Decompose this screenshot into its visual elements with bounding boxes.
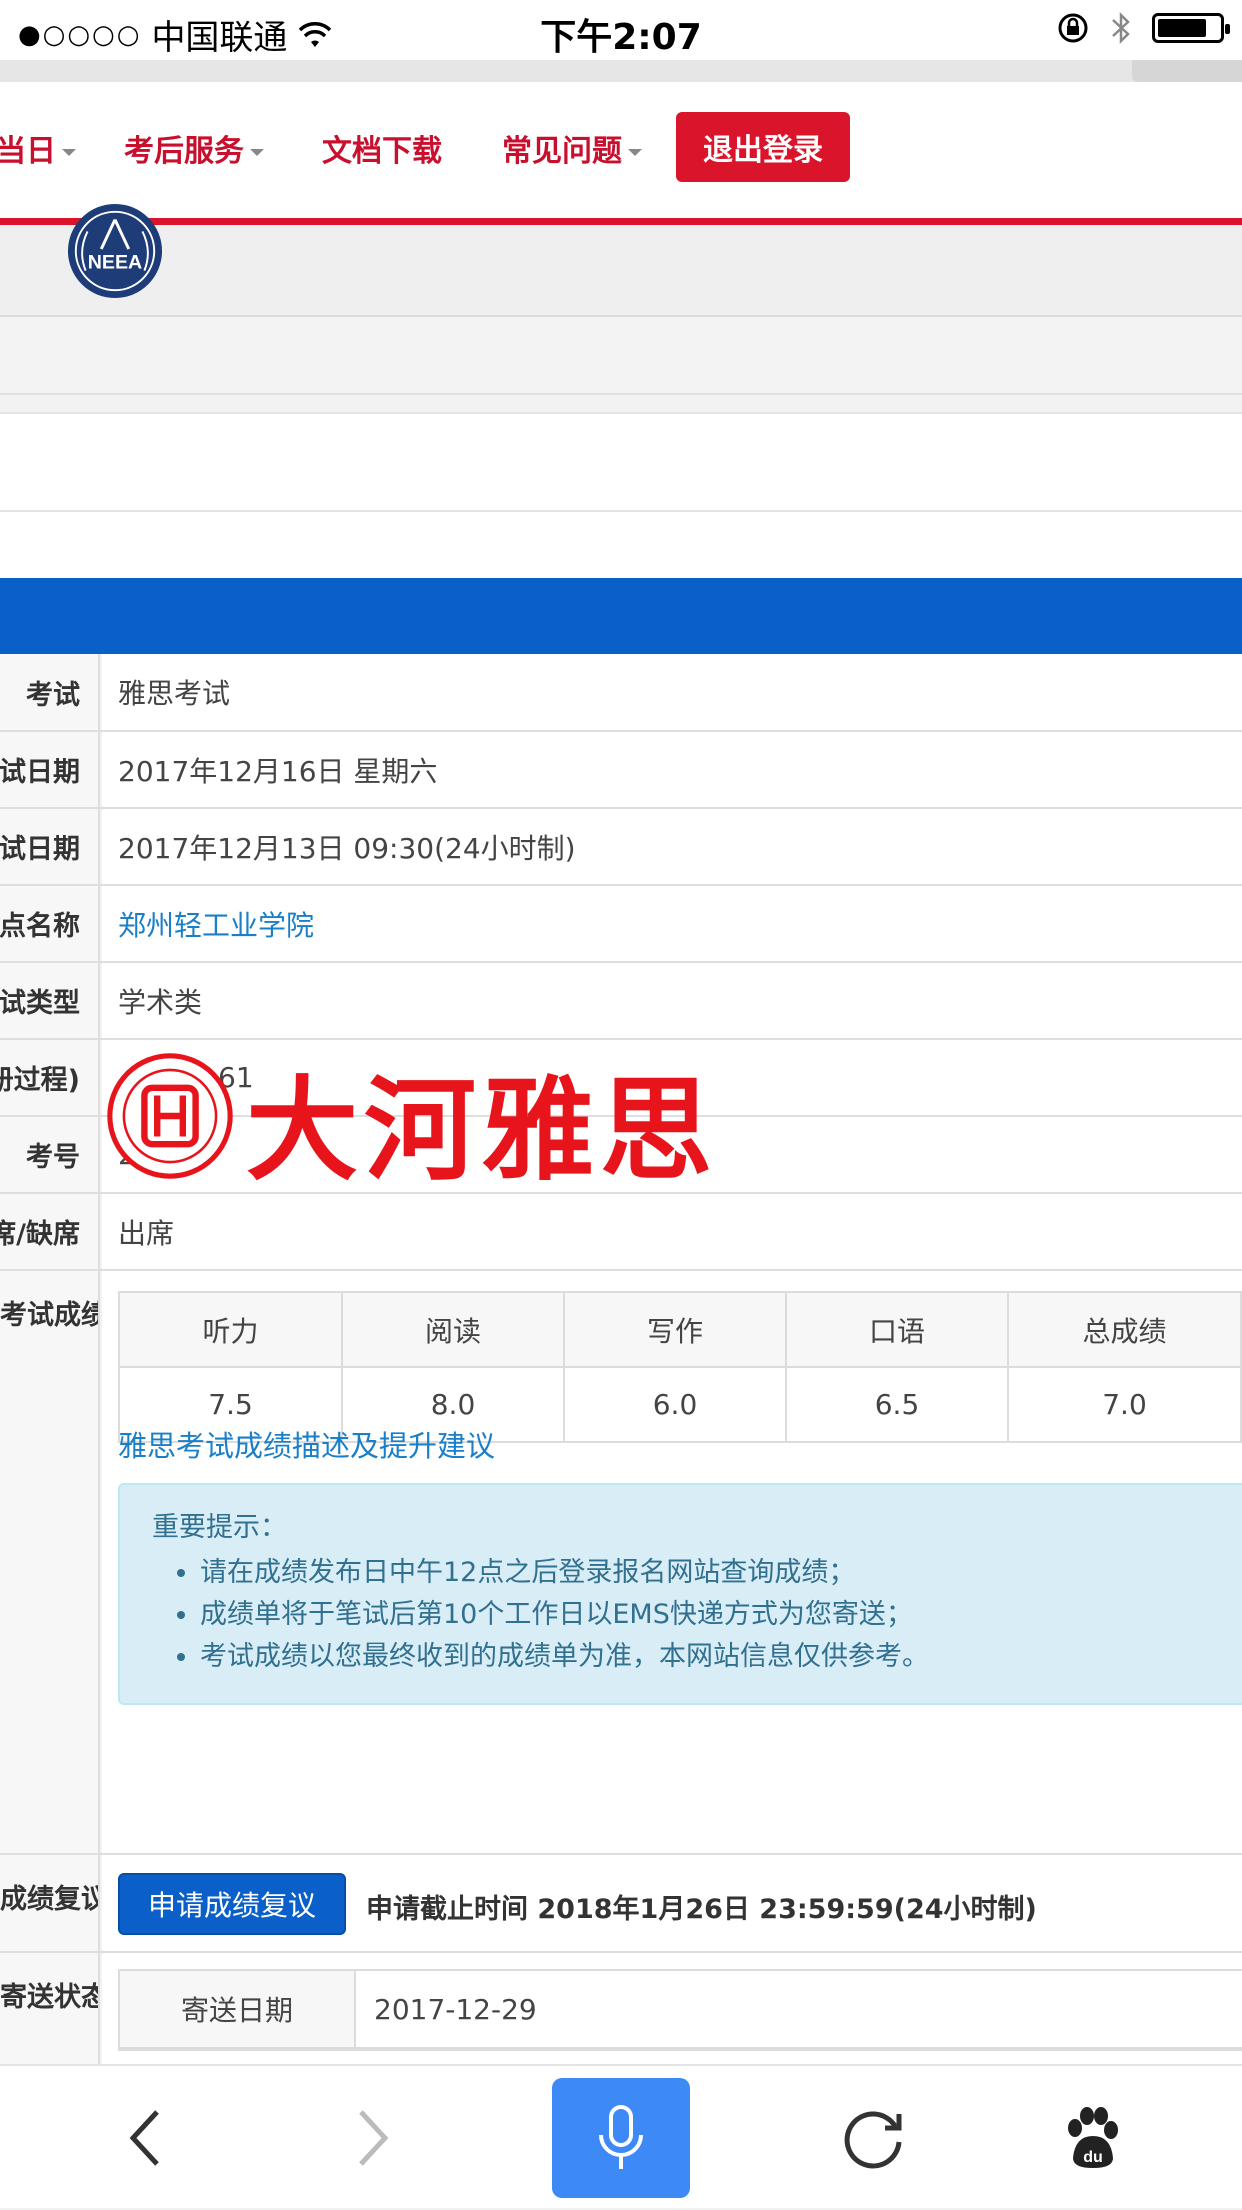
status-left: ●○○○○ 中国联通 (18, 10, 333, 59)
score-header-row: 听力 阅读 写作 口语 总成绩 (120, 1293, 1242, 1368)
neea-logo: NEEA (67, 203, 163, 299)
back-button[interactable] (100, 2066, 190, 2210)
nav-divider (0, 218, 1242, 225)
score-header: 口语 (786, 1293, 1009, 1368)
baidu-button[interactable]: du (1046, 2066, 1136, 2210)
info-label: 考试日期 (0, 732, 100, 807)
microphone-icon (599, 2105, 643, 2169)
info-label: 出席/缺席 (0, 1194, 100, 1269)
mailing-key: 寄送日期 (120, 1971, 356, 2047)
rotation-lock-icon (1058, 13, 1088, 43)
chevron-down-icon (62, 149, 76, 156)
logo-text: NEEA (88, 252, 142, 274)
signal-strength-icon: ●○○○○ (18, 19, 142, 50)
notice-item: 请在成绩发布日中午12点之后登录报名网站查询成绩； (200, 1552, 1242, 1594)
score-header: 阅读 (342, 1293, 565, 1368)
info-label: 考试 (0, 654, 100, 730)
browser-tab[interactable] (1132, 60, 1242, 82)
mailing-cell: 寄送日期 2017-12-29 (0, 1953, 1242, 2073)
baidu-paw-icon: du (1068, 2107, 1118, 2168)
info-row-exam: 考试 雅思考试 (0, 654, 1242, 732)
notice-item: 成绩单将于笔试后第10个工作日以EMS快递方式为您寄送； (200, 1594, 1242, 1636)
info-value: 郑州轻工业学院 (102, 886, 1242, 961)
info-label: 考试类型 (0, 963, 100, 1038)
info-row-test-center: 考点名称 郑州轻工业学院 (0, 886, 1242, 963)
scores-cell: 听力 阅读 写作 口语 总成绩 7.5 8.0 6.0 6.5 7.0 雅思考试… (0, 1271, 1242, 1853)
mailing-value: 2017-12-29 (374, 1992, 537, 2026)
score-header: 总成绩 (1008, 1293, 1242, 1368)
section-header-bar (0, 578, 1242, 654)
score-header: 听力 (120, 1293, 343, 1368)
info-label: 口试日期 (0, 809, 100, 884)
chevron-down-icon (628, 149, 642, 156)
bluetooth-icon (1112, 11, 1130, 45)
refresh-icon (844, 2111, 902, 2169)
mailing-row: 寄送日期 2017-12-29 (120, 1971, 1242, 2049)
info-value: 雅思考试 (102, 654, 1242, 730)
content-band (0, 412, 1242, 512)
info-label: 考号 (0, 1117, 100, 1192)
info-label: (注册过程) (0, 1040, 100, 1115)
nav-item-downloads[interactable]: 文档下载 (322, 126, 442, 170)
back-icon (129, 2110, 159, 2166)
logout-button[interactable]: 退出登录 (676, 112, 850, 182)
score-value: 7.0 (1008, 1367, 1242, 1441)
info-row-exam-type: 考试类型 学术类 (0, 963, 1242, 1040)
info-value: 2017年12月16日 星期六 (102, 732, 1242, 807)
info-row-review: 成绩复议 申请成绩复议 申请截止时间 2018年1月26日 23:59:59(2… (0, 1855, 1242, 1953)
info-value: 出席 (102, 1194, 1242, 1269)
review-cell: 申请成绩复议 申请截止时间 2018年1月26日 23:59:59(24小时制) (0, 1855, 1242, 1951)
notice-item: 考试成绩以您最终收到的成绩单为准，本网站信息仅供参考。 (200, 1636, 1242, 1678)
score-description-link[interactable]: 雅思考试成绩描述及提升建议 (118, 1423, 495, 1465)
score-table: 听力 阅读 写作 口语 总成绩 7.5 8.0 6.0 6.5 7.0 (118, 1291, 1242, 1443)
refresh-button[interactable] (830, 2066, 920, 2210)
info-row-speaking-date: 口试日期 2017年12月13日 09:30(24小时制) (0, 809, 1242, 886)
wifi-icon (299, 21, 332, 47)
score-value: 6.0 (564, 1367, 787, 1441)
carrier-name: 中国联通 (151, 18, 288, 58)
info-row-exam-date: 考试日期 2017年12月16日 星期六 (0, 732, 1242, 809)
nav-item-label: 考后服务 (124, 134, 244, 169)
browser-tab-strip (0, 60, 1242, 82)
nav-item-label: 文档下载 (322, 134, 442, 169)
browser-toolbar: du (0, 2064, 1242, 2208)
score-value: 6.5 (786, 1367, 1009, 1441)
header-band (0, 225, 1242, 317)
content-band (0, 317, 1242, 395)
watermark-text: 大河雅思 (246, 1066, 718, 1196)
nav-item-after-exam[interactable]: 考后服务 (124, 126, 264, 170)
info-row-scores: 考试成绩 听力 阅读 写作 口语 总成绩 7.5 8.0 6.0 6.5 7.0… (0, 1271, 1242, 1855)
battery-icon (1152, 13, 1230, 43)
test-center-link[interactable]: 郑州轻工业学院 (118, 904, 314, 944)
status-bar: ●○○○○ 中国联通 下午2:07 (0, 0, 1242, 62)
nav-item-label: 常见问题 (502, 134, 622, 169)
nav-item-label: 当日 (0, 134, 56, 169)
review-deadline: 申请截止时间 2018年1月26日 23:59:59(24小时制) (366, 1894, 1037, 1925)
voice-search-button[interactable] (552, 2078, 690, 2198)
chevron-down-icon (250, 149, 264, 156)
important-notice: 重要提示： 请在成绩发布日中午12点之后登录报名网站查询成绩； 成绩单将于笔试后… (118, 1483, 1242, 1705)
nav-item-day[interactable]: 当日 (0, 126, 76, 170)
top-nav: 当日 考后服务 文档下载 常见问题 退出登录 (0, 82, 1242, 218)
info-label: 考点名称 (0, 886, 100, 961)
info-row-attendance: 出席/缺席 出席 (0, 1194, 1242, 1271)
content-band (0, 512, 1242, 578)
dahe-seal-logo (107, 1053, 233, 1179)
forward-icon (359, 2110, 389, 2166)
status-right (1056, 10, 1230, 46)
info-value: 学术类 (102, 963, 1242, 1038)
info-row-mailing: 寄送状态 寄送日期 2017-12-29 (0, 1953, 1242, 2073)
score-header: 写作 (564, 1293, 787, 1368)
apply-review-button[interactable]: 申请成绩复议 (118, 1873, 346, 1935)
forward-button[interactable] (328, 2066, 418, 2210)
info-value: 2017年12月13日 09:30(24小时制) (102, 809, 1242, 884)
mailing-table: 寄送日期 2017-12-29 (118, 1969, 1242, 2051)
notice-list: 请在成绩发布日中午12点之后登录报名网站查询成绩； 成绩单将于笔试后第10个工作… (152, 1552, 1242, 1678)
svg-text:du: du (1083, 2149, 1103, 2166)
nav-item-faq[interactable]: 常见问题 (502, 126, 642, 170)
notice-title: 重要提示： (152, 1512, 287, 1543)
